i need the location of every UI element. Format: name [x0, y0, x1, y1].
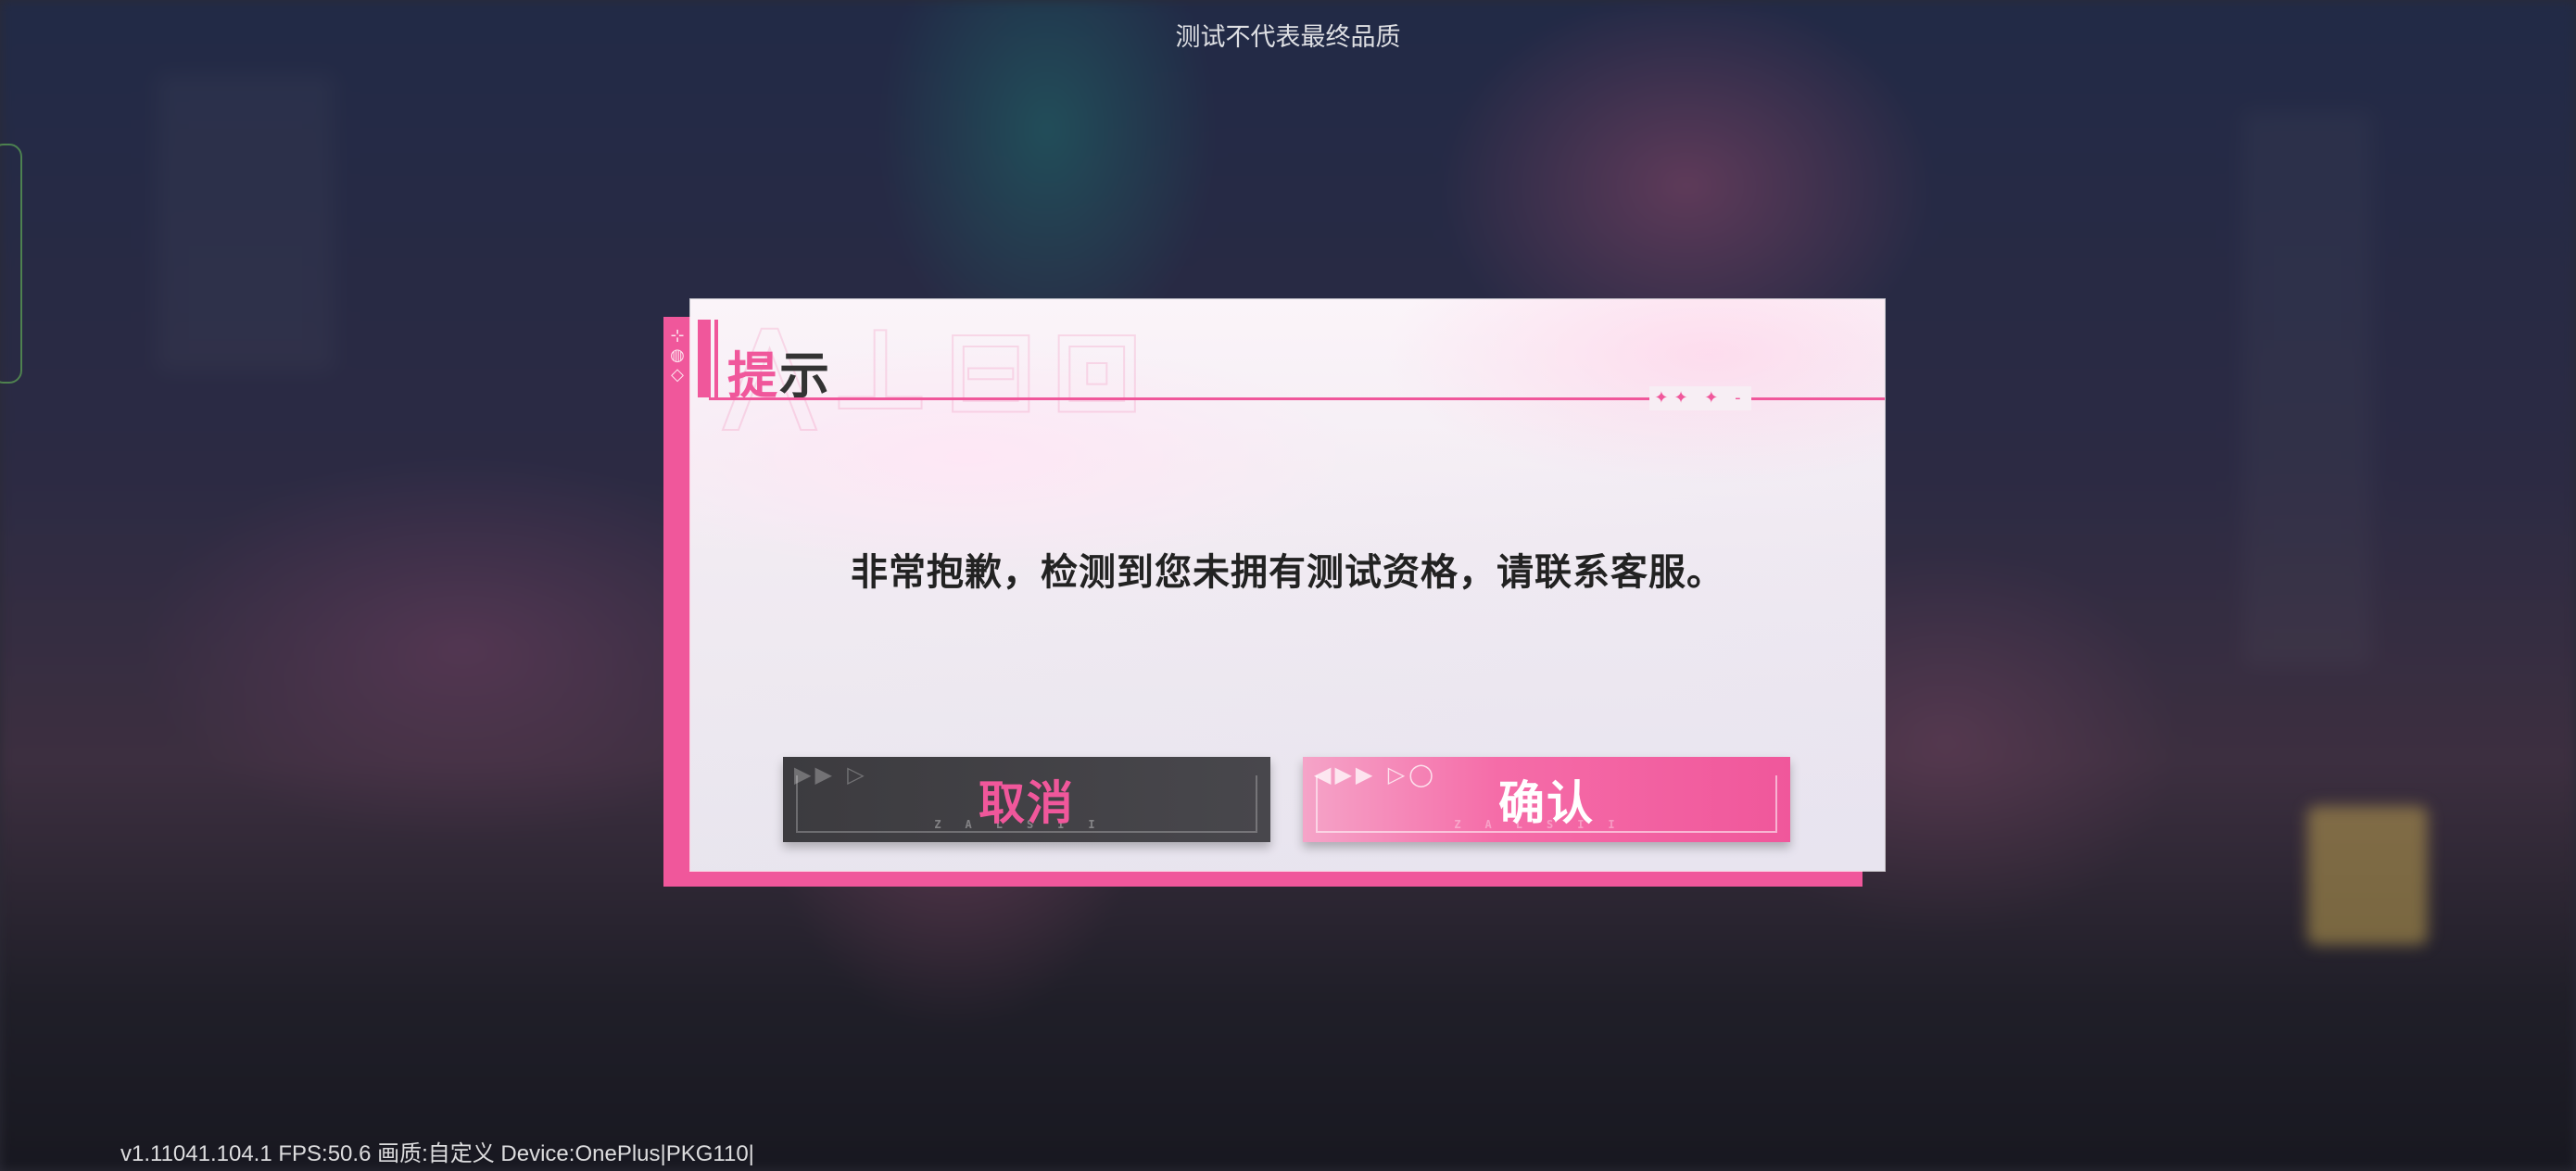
confirm-button[interactable]: ◀▶▶ ▷◯ ZALSII 确认 — [1303, 757, 1790, 842]
title-accent-bar — [698, 320, 711, 397]
circle-deco-icon: ◍ — [670, 346, 685, 365]
game-screen: 测试不代表最终品质 ⊹ ◍ ◇ ⋀⊥⊟⊡ 提示 ✦✦ ✦ - 非常抱歉，检测到您… — [0, 0, 2576, 1171]
alert-dialog: ⋀⊥⊟⊡ 提示 ✦✦ ✦ - 非常抱歉，检测到您未拥有测试资格，请联系客服。 ▶… — [690, 299, 1885, 871]
dialog-title-first: 提 — [727, 346, 779, 405]
confirm-button-label: 确认 — [1498, 775, 1595, 830]
side-tab-handle[interactable] — [0, 144, 22, 384]
background-item-icon — [2307, 806, 2428, 945]
version-info: v1.11041.104.1 FPS:50.6 画质:自定义 Device:On… — [120, 1141, 754, 1166]
dialog-title-rest: 示 — [779, 346, 831, 405]
arrow-deco-icon: ⊹ — [670, 326, 685, 346]
arrow-deco-icon: ▶▶ ▷ — [794, 761, 868, 787]
cancel-button[interactable]: ▶▶ ▷ ZALSII 取消 — [783, 757, 1270, 842]
title-accent-bar-thin — [714, 320, 718, 397]
dialog-message: 非常抱歉，检测到您未拥有测试资格，请联系客服。 — [851, 551, 1724, 594]
title-divider-deco: ✦✦ ✦ - — [1649, 386, 1751, 410]
test-watermark: 测试不代表最终品质 — [1175, 23, 1401, 52]
arrow-deco-icon: ◀▶▶ ▷◯ — [1314, 761, 1438, 787]
dialog-side-strip: ⊹ ◍ ◇ — [665, 326, 689, 845]
cancel-button-label: 取消 — [979, 775, 1075, 830]
diamond-deco-icon: ◇ — [671, 365, 684, 384]
